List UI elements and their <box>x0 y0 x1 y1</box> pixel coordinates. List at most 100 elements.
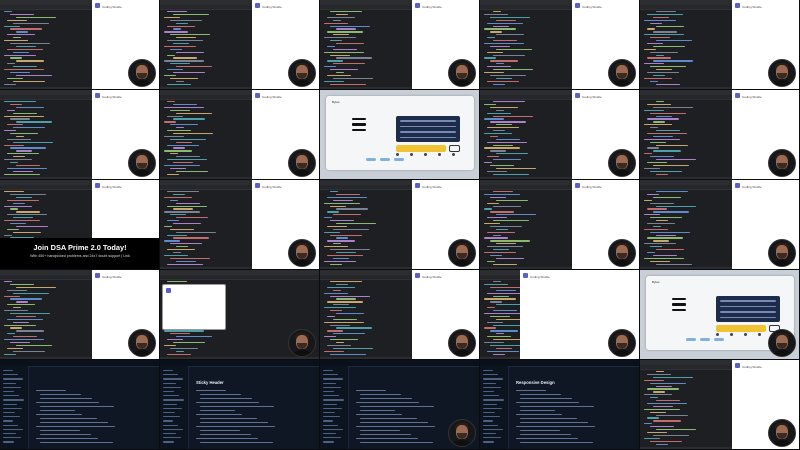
sidebar-item[interactable] <box>323 378 343 380</box>
sidebar-item[interactable] <box>323 416 340 418</box>
thumbnail-tile[interactable]: Responsive Design <box>480 360 640 450</box>
thumbnail-tile[interactable]: Coding Shuttle <box>640 0 800 90</box>
dropdown-menu[interactable] <box>716 296 780 322</box>
sidebar-item[interactable] <box>323 374 338 376</box>
thumbnail-tile[interactable]: Coding Shuttle <box>0 270 160 360</box>
sidebar-item[interactable] <box>163 378 183 380</box>
code-editor[interactable] <box>640 360 732 449</box>
code-editor[interactable] <box>320 0 412 89</box>
sidebar-item[interactable] <box>163 370 173 372</box>
sidebar-item[interactable] <box>483 382 496 384</box>
sidebar-item[interactable] <box>323 437 341 439</box>
sidebar-item[interactable] <box>3 374 18 376</box>
thumbnail-tile[interactable]: Coding Shuttle <box>0 0 160 90</box>
sidebar-item[interactable] <box>3 416 20 418</box>
editor-tabbar[interactable] <box>0 5 92 10</box>
hamburger-icon[interactable] <box>352 118 366 134</box>
sidebar-item[interactable] <box>483 428 503 431</box>
sidebar-item[interactable] <box>3 386 21 389</box>
menu-app-window[interactable]: Bytes <box>326 96 474 170</box>
sidebar-item[interactable] <box>3 395 19 397</box>
docs-page[interactable] <box>0 360 159 449</box>
tag-chip[interactable] <box>686 338 696 341</box>
code-editor[interactable] <box>0 90 92 179</box>
thumbnail-tile[interactable]: Sticky Header <box>160 360 320 450</box>
sidebar-item[interactable] <box>323 420 333 422</box>
sidebar-item[interactable] <box>3 412 15 414</box>
sidebar-item[interactable] <box>163 407 182 410</box>
thumbnail-tile[interactable]: Coding Shuttle <box>480 0 640 90</box>
menu-row[interactable] <box>400 120 456 122</box>
sidebar-item[interactable] <box>3 370 13 372</box>
code-editor[interactable] <box>480 0 572 89</box>
code-editor[interactable] <box>480 90 572 179</box>
sidebar-item[interactable] <box>3 399 24 401</box>
thumbnail-tile[interactable]: Coding Shuttle <box>160 0 320 90</box>
code-editor[interactable] <box>640 0 732 89</box>
thumbnail-tile[interactable]: Coding Shuttle <box>480 90 640 180</box>
editor-tabbar[interactable] <box>160 275 319 280</box>
sidebar-item[interactable] <box>163 428 183 431</box>
sidebar-item[interactable] <box>3 407 22 410</box>
editor-tabbar[interactable] <box>320 5 412 10</box>
sidebar-item[interactable] <box>323 399 344 401</box>
sidebar-item[interactable] <box>323 433 336 435</box>
sidebar-item[interactable] <box>3 420 13 422</box>
sidebar-item[interactable] <box>163 441 174 443</box>
menu-row[interactable] <box>720 305 776 307</box>
sidebar-item[interactable] <box>163 424 178 426</box>
tag-chip[interactable] <box>380 158 390 161</box>
sidebar-item[interactable] <box>3 403 17 405</box>
docs-sidebar[interactable] <box>320 366 349 449</box>
code-editor[interactable] <box>320 270 412 359</box>
menu-row[interactable] <box>400 136 456 138</box>
thumbnail-tile[interactable] <box>0 360 160 450</box>
editor-tabbar[interactable] <box>640 5 732 10</box>
editor-tabbar[interactable] <box>640 185 732 190</box>
sidebar-item[interactable] <box>163 403 177 405</box>
editor-tabbar[interactable] <box>0 95 92 100</box>
thumbnail-tile[interactable]: Coding Shuttle <box>480 180 640 270</box>
code-editor[interactable] <box>320 180 412 269</box>
dropdown-menu[interactable] <box>396 116 460 142</box>
sidebar-item[interactable] <box>323 382 336 384</box>
editor-tabbar[interactable] <box>160 185 252 190</box>
editor-tabbar[interactable] <box>0 275 92 280</box>
thumbnail-tile[interactable]: Coding Shuttle <box>160 90 320 180</box>
sidebar-item[interactable] <box>483 412 495 414</box>
editor-tabbar[interactable] <box>640 95 732 100</box>
sidebar-item[interactable] <box>483 437 501 439</box>
thumbnail-tile[interactable]: Coding Shuttle <box>640 360 800 450</box>
sidebar-item[interactable] <box>323 370 333 372</box>
sidebar-item[interactable] <box>3 428 23 431</box>
menu-row[interactable] <box>720 311 776 313</box>
code-editor[interactable] <box>480 180 572 269</box>
primary-button[interactable] <box>396 145 446 152</box>
sidebar-item[interactable] <box>483 416 500 418</box>
thumbnail-tile[interactable]: Coding Shuttle Join DSA Prime 2.0 Today! W… <box>0 180 160 270</box>
tag-chip[interactable] <box>714 338 724 341</box>
sidebar-item[interactable] <box>323 441 334 443</box>
sidebar-item[interactable] <box>3 382 16 384</box>
thumbnail-tile[interactable] <box>320 360 480 450</box>
sidebar-item[interactable] <box>323 428 343 431</box>
thumbnail-tile[interactable]: Coding Shuttle <box>320 0 480 90</box>
editor-tabbar[interactable] <box>160 5 252 10</box>
promo-banner[interactable]: Join DSA Prime 2.0 Today! With 450+ handp… <box>0 238 159 269</box>
sidebar-item[interactable] <box>323 395 339 397</box>
sidebar-item[interactable] <box>163 374 178 376</box>
editor-tabbar[interactable] <box>0 185 92 190</box>
sidebar-item[interactable] <box>163 437 181 439</box>
sidebar-item[interactable] <box>483 441 494 443</box>
thumbnail-tile[interactable]: Bytes <box>640 270 800 360</box>
sidebar-item[interactable] <box>483 420 493 422</box>
sidebar-item[interactable] <box>323 403 337 405</box>
sidebar-item[interactable] <box>163 420 173 422</box>
docs-page[interactable]: Sticky Header <box>160 360 319 449</box>
tag-chip[interactable] <box>394 158 404 161</box>
sidebar-item[interactable] <box>483 395 499 397</box>
docs-page[interactable]: Responsive Design <box>480 360 639 449</box>
thumbnail-tile[interactable]: Coding Shuttle <box>320 270 480 360</box>
thumbnail-tile[interactable]: Coding Shuttle <box>160 180 320 270</box>
sidebar-item[interactable] <box>163 395 179 397</box>
